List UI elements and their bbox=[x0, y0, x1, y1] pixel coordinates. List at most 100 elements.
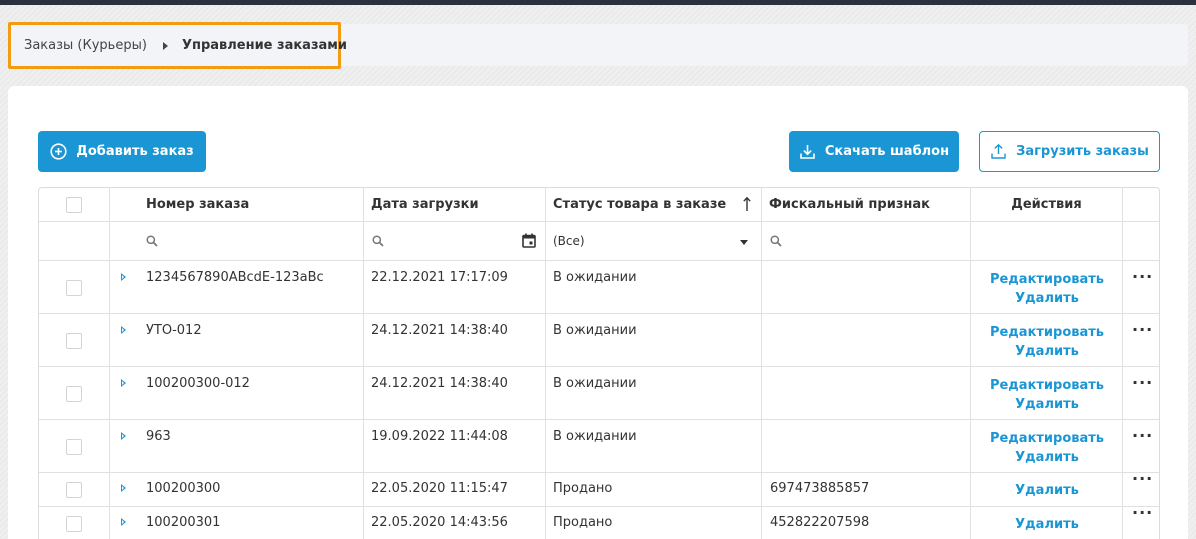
actions-cell: Редактировать Удалить bbox=[971, 420, 1123, 472]
expand-row-icon[interactable] bbox=[121, 379, 126, 387]
more-options-icon[interactable]: ··· bbox=[1132, 428, 1153, 444]
add-order-button[interactable]: Добавить заказ bbox=[38, 131, 206, 172]
header-item-status[interactable]: Статус товара в заказе bbox=[546, 188, 762, 221]
delete-link[interactable]: Удалить bbox=[971, 515, 1123, 534]
more-options-icon[interactable]: ··· bbox=[1132, 375, 1153, 391]
edit-link[interactable]: Редактировать bbox=[971, 429, 1123, 448]
upload-orders-label: Загрузить заказы bbox=[1016, 144, 1149, 159]
row-checkbox[interactable] bbox=[66, 482, 82, 498]
filter-empty-cell bbox=[39, 222, 110, 260]
fiscal-sign-cell bbox=[762, 420, 971, 472]
expand-row-icon[interactable] bbox=[121, 432, 126, 440]
delete-link[interactable]: Удалить bbox=[971, 448, 1123, 467]
breadcrumb-separator-icon bbox=[162, 41, 168, 50]
delete-link[interactable]: Удалить bbox=[971, 289, 1123, 308]
row-checkbox[interactable] bbox=[66, 333, 82, 349]
upload-date-cell: 22.12.2021 17:17:09 bbox=[364, 261, 546, 313]
more-cell: ··· bbox=[1123, 261, 1159, 313]
header-select-cell bbox=[39, 188, 110, 221]
header-order-number[interactable]: Номер заказа bbox=[110, 188, 364, 221]
more-options-icon[interactable]: ··· bbox=[1132, 505, 1153, 521]
item-status-filter-select[interactable]: (Все) bbox=[546, 222, 762, 260]
delete-link[interactable]: Удалить bbox=[971, 342, 1123, 361]
row-select-cell bbox=[39, 473, 110, 506]
row-checkbox[interactable] bbox=[66, 386, 82, 402]
download-icon bbox=[800, 145, 815, 159]
download-template-label: Скачать шаблон bbox=[824, 144, 950, 159]
calendar-icon[interactable] bbox=[522, 233, 536, 248]
upload-date-cell: 24.12.2021 14:38:40 bbox=[364, 314, 546, 366]
item-status: В ожидании bbox=[553, 270, 637, 285]
fiscal-sign-cell: 697473885857 bbox=[762, 473, 971, 506]
actions-cell: Редактировать Удалить bbox=[971, 314, 1123, 366]
more-cell: ··· bbox=[1123, 314, 1159, 366]
item-status-cell: В ожидании bbox=[546, 367, 762, 419]
upload-date-cell: 22.05.2020 14:43:56 bbox=[364, 507, 546, 539]
upload-date-filter[interactable] bbox=[364, 222, 546, 260]
more-options-icon[interactable]: ··· bbox=[1132, 471, 1153, 487]
row-checkbox[interactable] bbox=[66, 280, 82, 296]
download-template-button[interactable]: Скачать шаблон bbox=[789, 131, 959, 172]
order-number-filter[interactable] bbox=[110, 222, 364, 260]
more-cell: ··· bbox=[1123, 420, 1159, 472]
fiscal-sign: 452822207598 bbox=[770, 515, 870, 530]
select-all-checkbox[interactable] bbox=[66, 197, 82, 213]
search-icon bbox=[146, 235, 158, 247]
delete-link[interactable]: Удалить bbox=[971, 481, 1123, 500]
table-row: 1234567890ABcdE-123aBc 22.12.2021 17:17:… bbox=[39, 261, 1159, 314]
search-icon bbox=[372, 235, 384, 247]
row-select-cell bbox=[39, 261, 110, 313]
actions-cell: Удалить bbox=[971, 507, 1123, 539]
search-icon bbox=[770, 235, 782, 247]
orders-table: Номер заказа Дата загрузки Статус товара… bbox=[38, 187, 1160, 539]
actions-cell: Удалить bbox=[971, 473, 1123, 506]
expand-row-icon[interactable] bbox=[121, 326, 126, 334]
header-upload-date[interactable]: Дата загрузки bbox=[364, 188, 546, 221]
more-options-icon[interactable]: ··· bbox=[1132, 322, 1153, 338]
upload-date-cell: 24.12.2021 14:38:40 bbox=[364, 367, 546, 419]
edit-link[interactable]: Редактировать bbox=[971, 376, 1123, 395]
row-select-cell bbox=[39, 367, 110, 419]
add-order-label: Добавить заказ bbox=[76, 144, 194, 159]
row-checkbox[interactable] bbox=[66, 439, 82, 455]
more-cell: ··· bbox=[1123, 471, 1159, 506]
item-status: В ожидании bbox=[553, 429, 637, 444]
fiscal-sign-cell bbox=[762, 261, 971, 313]
edit-link[interactable]: Редактировать bbox=[971, 270, 1123, 289]
upload-date-cell: 22.05.2020 11:15:47 bbox=[364, 473, 546, 506]
upload-date: 19.09.2022 11:44:08 bbox=[371, 429, 508, 444]
expand-row-icon[interactable] bbox=[121, 484, 126, 492]
sort-ascending-icon[interactable] bbox=[743, 196, 751, 212]
table-row: 100200300 22.05.2020 11:15:47 Продано 69… bbox=[39, 471, 1159, 507]
header-actions: Действия bbox=[971, 188, 1123, 221]
upload-date: 22.12.2021 17:17:09 bbox=[371, 270, 508, 285]
header-fiscal-sign[interactable]: Фискальный признак bbox=[762, 188, 971, 221]
more-cell: ··· bbox=[1123, 505, 1159, 539]
fiscal-sign-filter[interactable] bbox=[762, 222, 971, 260]
order-number-cell: 100200300-012 bbox=[110, 367, 364, 419]
order-number: 100200300-012 bbox=[146, 376, 250, 391]
upload-date: 22.05.2020 14:43:56 bbox=[371, 515, 508, 530]
chevron-down-icon bbox=[740, 240, 748, 245]
item-status-cell: В ожидании bbox=[546, 261, 762, 313]
order-number-cell: 100200300 bbox=[110, 473, 364, 506]
header-more-cell bbox=[1123, 188, 1159, 221]
upload-date-cell: 19.09.2022 11:44:08 bbox=[364, 420, 546, 472]
delete-link[interactable]: Удалить bbox=[971, 395, 1123, 414]
expand-row-icon[interactable] bbox=[121, 518, 126, 526]
upload-orders-button[interactable]: Загрузить заказы bbox=[979, 131, 1160, 172]
top-bar bbox=[0, 0, 1196, 5]
row-checkbox[interactable] bbox=[66, 516, 82, 532]
orders-panel: Добавить заказ Скачать шаблон Загрузить … bbox=[8, 86, 1188, 539]
table-row: 100200300-012 24.12.2021 14:38:40 В ожид… bbox=[39, 367, 1159, 420]
more-options-icon[interactable]: ··· bbox=[1132, 269, 1153, 285]
breadcrumb-parent-link[interactable]: Заказы (Курьеры) bbox=[24, 38, 147, 53]
edit-link[interactable]: Редактировать bbox=[971, 323, 1123, 342]
item-status: В ожидании bbox=[553, 376, 637, 391]
upload-date: 22.05.2020 11:15:47 bbox=[371, 481, 508, 496]
expand-row-icon[interactable] bbox=[121, 273, 126, 281]
table-header-row: Номер заказа Дата загрузки Статус товара… bbox=[39, 188, 1159, 222]
order-number-cell: 100200301 bbox=[110, 507, 364, 539]
item-status-cell: В ожидании bbox=[546, 420, 762, 472]
filter-empty-cell bbox=[971, 222, 1123, 260]
